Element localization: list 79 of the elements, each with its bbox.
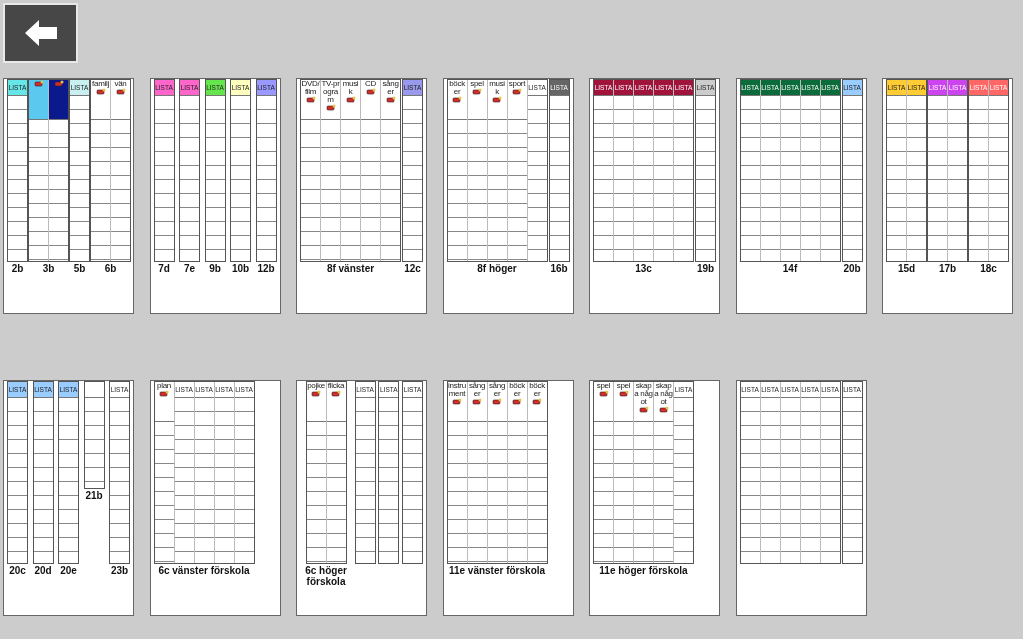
grid-caption: 18c — [980, 263, 997, 274]
symbol-label: sånger — [467, 382, 487, 398]
grid-caption: 10b — [231, 263, 250, 274]
pictogram-icon — [452, 96, 462, 104]
pictogram-icon — [532, 398, 542, 406]
grid-caption: 20b — [843, 263, 861, 274]
pictogram-icon — [305, 96, 316, 104]
grid-caption: 7e — [183, 263, 196, 274]
symbol-label: sport — [507, 80, 527, 88]
symbol-label: musik — [488, 80, 506, 96]
grid-caption: 9b — [209, 263, 221, 274]
pictogram-icon — [452, 398, 462, 406]
pictogram-icon — [325, 104, 336, 112]
grid-caption: 20e — [60, 565, 77, 576]
grid-caption: 21b — [85, 490, 103, 501]
grid-caption: 6b — [104, 263, 117, 274]
symbol-label: musik — [341, 80, 360, 96]
grid-caption: 12c — [404, 263, 421, 274]
symbol-label: vän — [113, 80, 128, 88]
symbol-label: spel — [595, 382, 612, 390]
grid-caption: 12b — [257, 263, 275, 274]
grid-caption: 13c — [635, 263, 652, 274]
grid-caption: 14f — [782, 263, 798, 274]
grid-caption: 6c vänster förskola — [158, 565, 250, 576]
symbol-label: plan — [156, 382, 172, 390]
grid-caption: 2b — [11, 263, 24, 274]
symbol-label: sånger — [487, 382, 507, 398]
pictogram-icon — [95, 88, 106, 96]
grid-caption: 17b — [938, 263, 957, 274]
grid-caption: 7d — [158, 263, 170, 274]
symbol-label: spel — [615, 382, 632, 390]
symbol-label: familj — [91, 80, 110, 88]
grid-caption: 6c höger förskola — [304, 565, 348, 587]
pictogram-icon — [472, 88, 482, 96]
pictogram-icon — [618, 390, 629, 398]
grid-caption: 11e höger förskola — [599, 565, 688, 576]
grid-caption: 19b — [696, 263, 715, 274]
pictogram-icon — [115, 88, 126, 96]
pictogram-icon — [365, 88, 376, 96]
symbol-label: böcker — [508, 382, 526, 398]
pictogram-icon — [492, 96, 502, 104]
grid-caption: 8f vänster — [326, 263, 375, 274]
symbol-label: pojke — [306, 382, 326, 390]
pictogram-icon — [598, 390, 609, 398]
page-thumbnail[interactable]: instrument sånger sånger böcker böcker 11e vänster förskola — [442, 380, 574, 616]
grid-caption: 5b — [73, 263, 86, 274]
symbol-label: skapa något — [634, 382, 653, 406]
pictogram-icon — [658, 406, 669, 414]
pictogram-icon — [492, 398, 502, 406]
pictogram-icon — [159, 390, 169, 398]
grid-caption: 23b — [110, 565, 129, 576]
symbol-label: sånger — [381, 80, 400, 96]
symbol-label: CD — [364, 80, 377, 88]
grid-caption: 15d — [897, 263, 916, 274]
pictogram-icon — [331, 390, 341, 398]
symbol-label: instrument — [447, 382, 467, 398]
symbol-label: DVD/film — [301, 80, 320, 96]
pictogram-icon — [638, 406, 649, 414]
pictogram-icon — [53, 80, 64, 88]
grid-caption: 20d — [34, 565, 52, 576]
grid-caption: 16b — [550, 263, 568, 274]
back-button[interactable] — [3, 3, 78, 63]
symbol-label: böcker — [448, 80, 466, 96]
pictogram-icon — [311, 390, 321, 398]
pictogram-icon — [33, 80, 44, 88]
grid-caption: 3b — [42, 263, 55, 274]
symbol-label: flicka — [326, 382, 346, 390]
pictogram-icon — [512, 88, 522, 96]
pictogram-icon — [472, 398, 482, 406]
pictogram-icon — [385, 96, 396, 104]
pictogram-icon — [345, 96, 356, 104]
symbol-label: spel — [469, 80, 485, 88]
grid-caption: 11e vänster förskola — [448, 565, 546, 576]
pictogram-icon — [512, 398, 522, 406]
symbol-label: böcker — [528, 382, 546, 398]
grid-caption: 8f höger — [477, 263, 517, 274]
symbol-label: TV-program — [321, 80, 340, 104]
grid-caption: 20c — [9, 565, 26, 576]
symbol-label: skapa något — [654, 382, 673, 406]
